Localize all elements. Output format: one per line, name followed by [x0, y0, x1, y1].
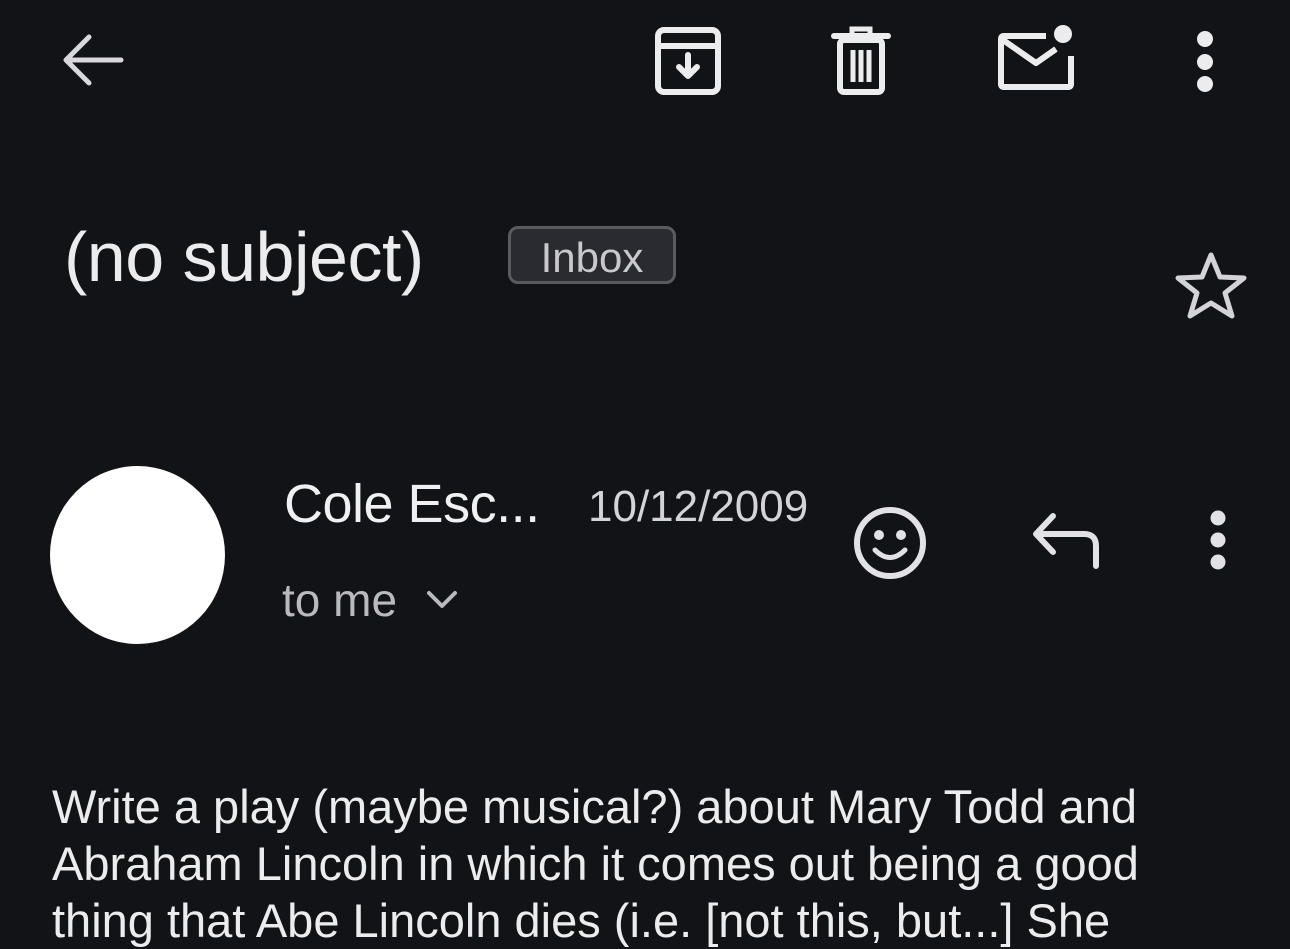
back-button[interactable]	[55, 25, 125, 95]
more-options-button[interactable]	[1180, 20, 1230, 100]
emoji-icon	[854, 507, 926, 579]
sent-date: 10/12/2009	[588, 482, 809, 531]
sender-name: Cole Esc...	[284, 474, 540, 534]
archive-button[interactable]	[650, 24, 726, 98]
arrow-back-icon	[63, 34, 124, 86]
sender-avatar[interactable]	[50, 466, 225, 644]
more-vert-icon	[1197, 31, 1213, 92]
star-outline-icon	[1175, 252, 1247, 319]
more-vert-icon	[1210, 510, 1226, 570]
message-more-options-button[interactable]	[1196, 506, 1240, 576]
recipient-label: to me	[282, 574, 398, 626]
trash-icon	[831, 26, 891, 95]
recipient-details-toggle[interactable]: to me	[282, 570, 459, 630]
reply-icon	[1033, 513, 1099, 569]
message-body: Write a play (maybe musical?) about Mary…	[52, 780, 1139, 947]
email-subject: (no subject)	[64, 218, 424, 296]
mark-unread-icon	[998, 25, 1074, 90]
delete-button[interactable]	[826, 24, 896, 98]
add-reaction-button[interactable]	[852, 505, 928, 581]
archive-icon	[655, 27, 721, 95]
reply-button[interactable]	[1026, 508, 1106, 572]
mark-unread-button[interactable]	[990, 20, 1080, 96]
star-button[interactable]	[1172, 250, 1250, 322]
chevron-down-icon	[427, 591, 458, 608]
inbox-label-badge[interactable]: Inbox	[508, 226, 676, 284]
